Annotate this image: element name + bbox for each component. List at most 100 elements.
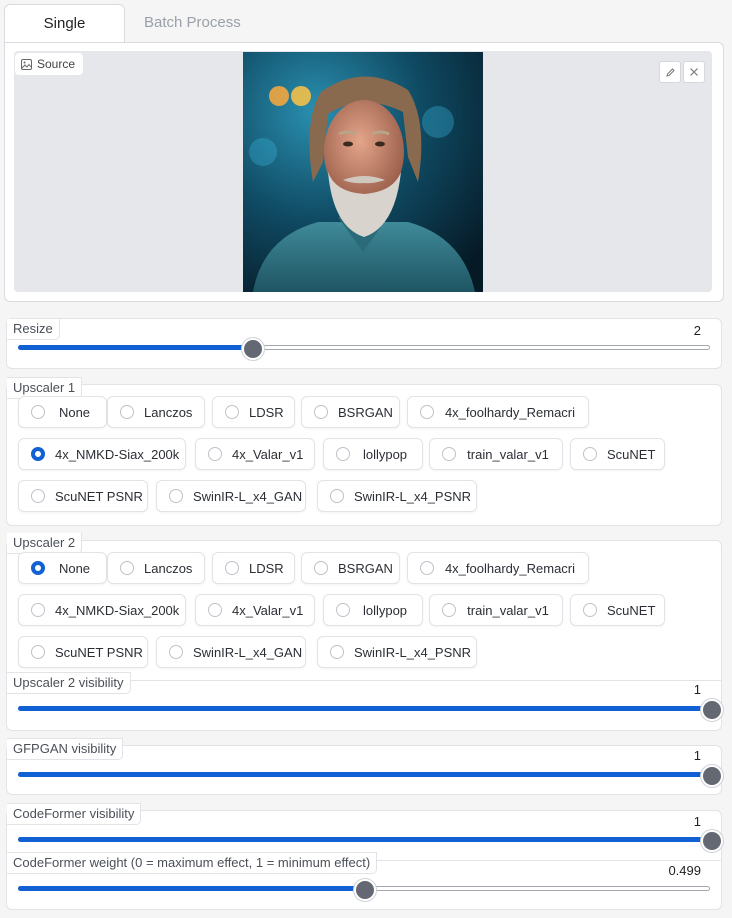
upscaler2-option[interactable]: train_valar_v1 xyxy=(429,594,563,626)
radio-circle[interactable] xyxy=(420,561,434,575)
upscaler1-option[interactable]: train_valar_v1 xyxy=(429,438,563,470)
radio-label: 4x_foolhardy_Remacri xyxy=(444,404,576,420)
upscaler1-option[interactable]: Lanczos xyxy=(107,396,205,428)
radio-label: Lanczos xyxy=(144,404,193,420)
radio-circle[interactable] xyxy=(330,489,344,503)
upscaler2-option[interactable]: LDSR xyxy=(212,552,295,584)
radio-label: SwinIR-L_x4_GAN xyxy=(193,644,303,660)
radio-circle[interactable] xyxy=(120,405,134,419)
radio-circle[interactable] xyxy=(225,561,239,575)
source-label-text: Source xyxy=(37,57,76,71)
upscaler1-block: Upscaler 1 None Lanczos LDSR BSRGAN 4x_foolh… xyxy=(6,377,722,526)
upscaler2-option[interactable]: 4x_foolhardy_Remacri xyxy=(407,552,589,584)
upscaler1-option[interactable]: LDSR xyxy=(212,396,295,428)
radio-circle[interactable] xyxy=(442,603,456,617)
upscaler1-option[interactable]: SwinIR-L_x4_PSNR xyxy=(317,480,477,512)
upscaler1-option[interactable]: ScuNET xyxy=(570,438,665,470)
upscaler1-option[interactable]: None xyxy=(18,396,107,428)
upscaler2-visibility-slider-fill xyxy=(18,706,711,711)
radio-circle[interactable] xyxy=(169,489,183,503)
upscaler1-option[interactable]: 4x_Valar_v1 xyxy=(195,438,315,470)
upscaler1-option[interactable]: lollypop xyxy=(323,438,423,470)
radio-label: ScuNET PSNR xyxy=(55,644,143,660)
clear-image-button[interactable] xyxy=(683,61,705,83)
radio-label: SwinIR-L_x4_PSNR xyxy=(354,644,472,660)
codeformer-visibility-slider[interactable] xyxy=(18,830,723,852)
tab-single-image[interactable]: Single Image xyxy=(4,4,125,70)
single-image-panel: Source xyxy=(4,42,724,302)
gfpgan-visibility-slider-fill xyxy=(18,772,711,777)
upscaler2-visibility-slider[interactable] xyxy=(18,699,723,721)
upscaler1-option[interactable]: 4x_foolhardy_Remacri xyxy=(407,396,589,428)
radio-circle[interactable] xyxy=(420,405,434,419)
radio-circle[interactable] xyxy=(583,603,597,617)
resize-slider-fill xyxy=(18,345,252,350)
upscaler1-option[interactable]: BSRGAN xyxy=(301,396,400,428)
radio-circle[interactable] xyxy=(336,447,350,461)
gfpgan-visibility-slider[interactable] xyxy=(18,765,723,787)
radio-circle[interactable] xyxy=(120,561,134,575)
gfpgan-visibility-slider-thumb[interactable] xyxy=(701,765,723,787)
upscaler2-option[interactable]: 4x_Valar_v1 xyxy=(195,594,315,626)
radio-label: BSRGAN xyxy=(338,560,393,576)
codeformer-visibility-value[interactable]: 1 xyxy=(694,814,701,829)
radio-label: train_valar_v1 xyxy=(467,602,549,618)
codeformer-visibility-label: CodeFormer visibility xyxy=(7,803,142,825)
codeformer-visibility-slider-thumb[interactable] xyxy=(701,830,723,852)
upscaler2-option[interactable]: None xyxy=(18,552,107,584)
radio-label: SwinIR-L_x4_PSNR xyxy=(354,488,472,504)
codeformer-weight-slider[interactable] xyxy=(18,879,710,901)
codeformer-weight-slider-thumb[interactable] xyxy=(354,879,376,901)
source-image-dropzone[interactable]: Source xyxy=(14,51,712,292)
radio-circle[interactable] xyxy=(208,603,222,617)
upscaler2-visibility-slider-thumb[interactable] xyxy=(701,699,723,721)
radio-circle[interactable] xyxy=(31,447,45,461)
resize-label: Resize xyxy=(7,319,60,340)
radio-label: train_valar_v1 xyxy=(467,446,549,462)
upscaler1-option[interactable]: 4x_NMKD-Siax_200k xyxy=(18,438,186,470)
upscaler2-option[interactable]: SwinIR-L_x4_PSNR xyxy=(317,636,477,668)
upscaler2-option[interactable]: 4x_NMKD-Siax_200k xyxy=(18,594,186,626)
codeformer-block: CodeFormer visibility 1 CodeFormer weigh… xyxy=(6,803,723,910)
radio-circle[interactable] xyxy=(336,603,350,617)
radio-label: Lanczos xyxy=(144,560,193,576)
edit-image-button[interactable] xyxy=(659,61,681,83)
radio-circle[interactable] xyxy=(583,447,597,461)
gfpgan-visibility-value[interactable]: 1 xyxy=(694,748,701,763)
radio-circle[interactable] xyxy=(442,447,456,461)
radio-circle[interactable] xyxy=(208,447,222,461)
radio-circle[interactable] xyxy=(314,561,328,575)
radio-circle[interactable] xyxy=(31,561,45,575)
radio-label: 4x_NMKD-Siax_200k xyxy=(55,602,180,618)
radio-label: ScuNET xyxy=(607,602,656,618)
codeformer-weight-value[interactable]: 0.499 xyxy=(668,863,701,878)
upscaler2-option[interactable]: lollypop xyxy=(323,594,423,626)
radio-label: lollypop xyxy=(362,446,408,462)
radio-circle[interactable] xyxy=(330,645,344,659)
upscaler2-option[interactable]: ScuNET PSNR xyxy=(18,636,148,668)
codeformer-weight-label: CodeFormer weight (0 = maximum effect, 1… xyxy=(7,852,378,874)
tab-batch-process[interactable]: Batch Process xyxy=(128,4,257,42)
resize-slider-thumb[interactable] xyxy=(242,338,264,360)
upscaler2-option[interactable]: SwinIR-L_x4_GAN xyxy=(156,636,306,668)
upscaler1-option[interactable]: SwinIR-L_x4_GAN xyxy=(156,480,306,512)
source-label: Source xyxy=(15,53,84,75)
radio-circle[interactable] xyxy=(31,645,45,659)
upscaler2-option[interactable]: Lanczos xyxy=(107,552,205,584)
resize-slider[interactable] xyxy=(18,338,710,360)
upscaler2-option[interactable]: ScuNET xyxy=(570,594,665,626)
radio-circle[interactable] xyxy=(31,603,45,617)
radio-circle[interactable] xyxy=(169,645,183,659)
radio-circle[interactable] xyxy=(31,489,45,503)
radio-circle[interactable] xyxy=(31,405,45,419)
radio-label: SwinIR-L_x4_GAN xyxy=(193,488,303,504)
resize-value[interactable]: 2 xyxy=(694,323,701,338)
upscaler2-option[interactable]: BSRGAN xyxy=(301,552,400,584)
radio-label: None xyxy=(58,404,91,420)
upscaler2-visibility-value[interactable]: 1 xyxy=(694,682,701,697)
upscaler1-option[interactable]: ScuNET PSNR xyxy=(18,480,148,512)
radio-label: 4x_Valar_v1 xyxy=(232,446,304,462)
radio-circle[interactable] xyxy=(225,405,239,419)
radio-circle[interactable] xyxy=(314,405,328,419)
radio-label: None xyxy=(58,560,91,576)
